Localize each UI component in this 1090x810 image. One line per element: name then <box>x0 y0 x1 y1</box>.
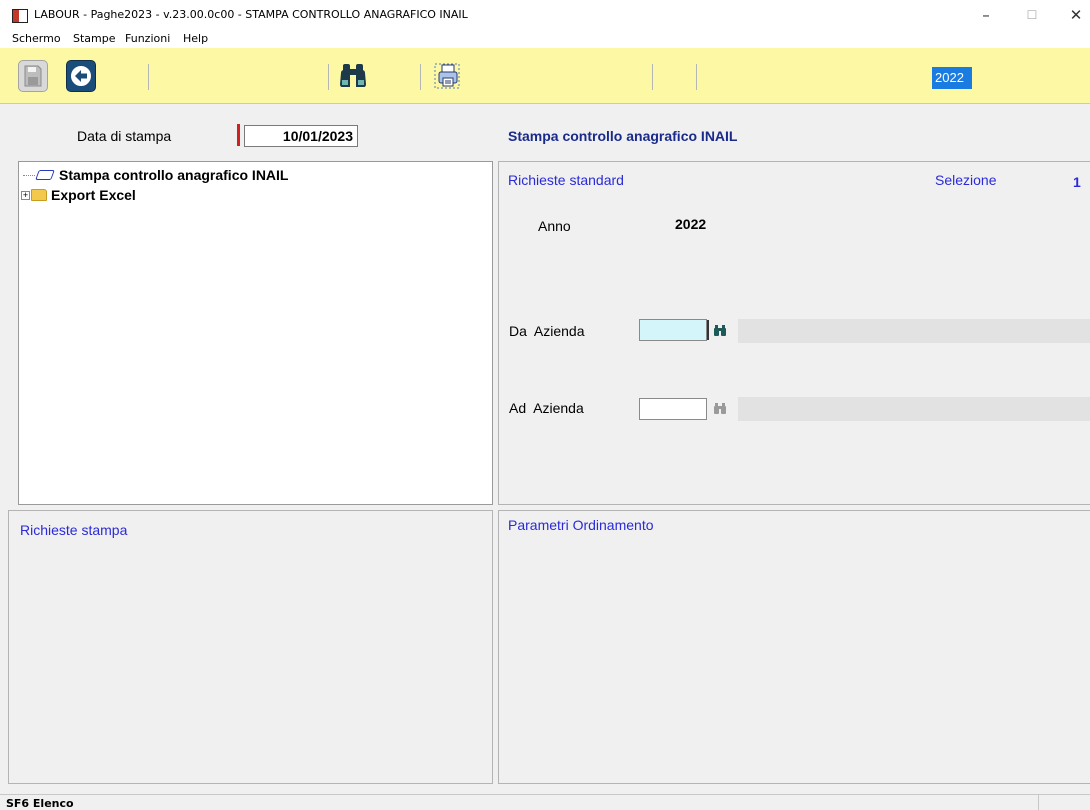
tree-item-label: Stampa controllo anagrafico INAIL <box>59 167 289 183</box>
minimize-button[interactable]: – <box>966 4 1006 26</box>
app-icon <box>12 9 28 23</box>
selection-value: 1 <box>1073 174 1081 190</box>
toolbar-separator <box>328 64 329 90</box>
save-button[interactable] <box>18 60 48 92</box>
report-tree: Stampa controllo anagrafico INAIL + Expo… <box>18 161 493 505</box>
panel-title: Richieste standard <box>508 172 624 188</box>
print-requests-panel: Richieste stampa <box>8 510 493 784</box>
page-title: Stampa controllo anagrafico INAIL <box>508 128 738 144</box>
print-date-input[interactable]: 10/01/2023 <box>244 125 358 147</box>
anno-label: Anno <box>538 218 571 234</box>
toolbar <box>0 48 1090 104</box>
tree-connector <box>23 174 35 176</box>
document-icon <box>35 170 55 180</box>
binoculars-icon <box>714 324 726 336</box>
menu-schermo[interactable]: Schermo <box>12 32 61 45</box>
tree-item[interactable]: Stampa controllo anagrafico INAIL <box>21 166 288 184</box>
print-date-label: Data di stampa <box>77 128 172 144</box>
menu-help[interactable]: Help <box>183 32 208 45</box>
status-separator <box>1038 795 1039 810</box>
toolbar-separator <box>148 64 149 90</box>
print-preview-icon <box>434 63 460 89</box>
window-title: LABOUR - Paghe2023 - v.23.00.0c00 - STAM… <box>34 8 468 21</box>
title-bar: LABOUR - Paghe2023 - v.23.00.0c00 - STAM… <box>0 0 1090 30</box>
tree-item-label: Export Excel <box>51 187 136 203</box>
back-arrow-icon <box>71 66 91 86</box>
lookup-da-azienda-button[interactable] <box>713 324 727 336</box>
anno-value: 2022 <box>675 216 707 232</box>
binoculars-icon <box>714 402 726 414</box>
floppy-disk-icon <box>24 65 42 87</box>
expand-icon[interactable]: + <box>21 190 30 200</box>
sort-parameters-panel: Parametri Ordinamento <box>498 510 1090 784</box>
toolbar-separator <box>420 64 421 90</box>
folder-icon <box>31 189 47 201</box>
required-field-marker <box>237 124 240 146</box>
maximize-button[interactable]: ☐ <box>1012 4 1052 26</box>
ad-azienda-input[interactable] <box>639 398 707 420</box>
tree-item[interactable]: + Export Excel <box>21 186 136 204</box>
toolbar-separator <box>652 64 653 90</box>
selection-label: Selezione <box>935 172 997 188</box>
panel-title: Parametri Ordinamento <box>508 517 654 533</box>
da-azienda-description <box>738 319 1090 343</box>
find-button[interactable] <box>338 60 368 92</box>
exit-button[interactable] <box>66 60 96 92</box>
status-text: SF6 Elenco <box>6 797 74 810</box>
lookup-ad-azienda-button[interactable] <box>713 402 727 414</box>
ad-azienda-label: Ad Azienda <box>509 400 584 416</box>
text-caret <box>707 320 709 340</box>
status-bar: SF6 Elenco <box>0 794 1090 810</box>
da-azienda-input[interactable] <box>639 319 707 341</box>
binoculars-icon <box>340 64 366 87</box>
menu-stampe[interactable]: Stampe <box>73 32 116 45</box>
menu-funzioni[interactable]: Funzioni <box>125 32 170 45</box>
print-preview-button[interactable] <box>432 60 462 92</box>
close-button[interactable]: ✕ <box>1056 4 1090 26</box>
year-badge[interactable]: 2022 <box>932 67 972 89</box>
da-azienda-label: Da Azienda <box>509 323 585 339</box>
standard-requests-panel: Richieste standard Selezione 1 Anno 2022… <box>498 161 1090 505</box>
ad-azienda-description <box>738 397 1090 421</box>
menu-bar: Schermo Stampe Funzioni Help <box>0 30 1090 48</box>
panel-title: Richieste stampa <box>20 522 128 538</box>
toolbar-separator <box>696 64 697 90</box>
